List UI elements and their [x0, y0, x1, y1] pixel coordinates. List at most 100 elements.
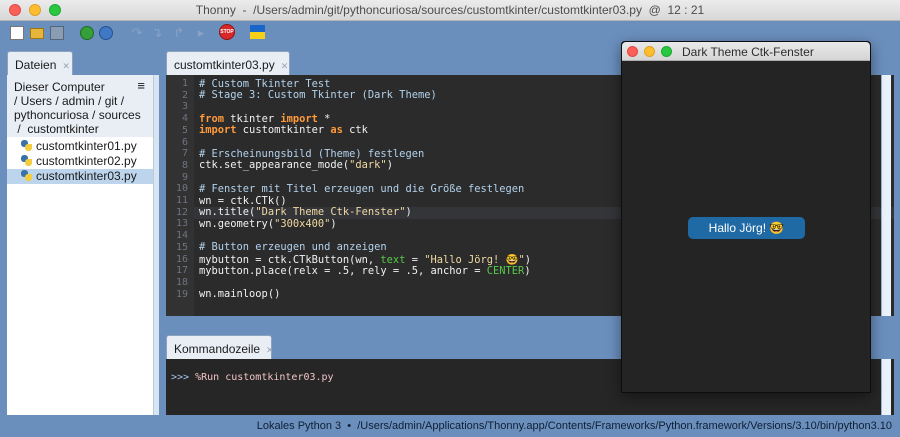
files-scrollbar[interactable] [153, 75, 159, 415]
files-menu-icon[interactable]: ≡ [137, 79, 145, 93]
file-item[interactable]: customtkinter01.py [7, 139, 159, 154]
code-token: import [280, 112, 318, 125]
shell-tab-label: Kommandozeile [174, 342, 261, 356]
window-title: Thonny - /Users/admin/git/pythoncuriosa/… [195, 3, 705, 17]
code-token: # Stage 3: Custom Tkinter (Dark Theme) [199, 89, 437, 102]
code-line: ctk.set_appearance_mode("dark") [199, 159, 393, 171]
code-line: wn.mainloop() [199, 288, 280, 300]
line-number: 17 [175, 265, 188, 277]
ctk-minimize-button[interactable] [644, 46, 655, 57]
line-number: 15 [175, 241, 188, 253]
run-icon[interactable] [80, 26, 94, 40]
code-line: wn = ctk.CTk() [199, 195, 287, 207]
ctk-maximize-button[interactable] [661, 46, 672, 57]
ctk-window-title: Dark Theme Ctk-Fenster [682, 45, 814, 59]
line-number: 14 [175, 230, 188, 242]
close-tab-icon[interactable]: ✕ [266, 345, 274, 355]
code-token: # Erscheinungsbild (Theme) festlegen [199, 147, 425, 160]
code-line: # Button erzeugen und anzeigen [199, 241, 387, 253]
code-token: wn.title( [199, 206, 256, 219]
file-list: customtkinter01.py customtkinter02.py cu… [7, 137, 159, 184]
status-bar: Lokales Python 3 • /Users/admin/Applicat… [0, 415, 900, 437]
code-token: CENTER [486, 264, 525, 277]
stop-icon[interactable]: STOP [219, 24, 235, 40]
code-line: # Stage 3: Custom Tkinter (Dark Theme) [199, 89, 437, 101]
python-file-icon [21, 155, 32, 166]
ctk-close-button[interactable] [627, 46, 638, 57]
location-line[interactable]: pythoncuriosa / sources [14, 108, 153, 122]
line-number: 16 [175, 253, 188, 265]
code-line: # Custom Tkinter Test [199, 78, 330, 90]
step-over-icon[interactable]: ↷ [130, 26, 144, 40]
line-number: 18 [175, 276, 188, 288]
code-token: ) [405, 206, 412, 219]
code-token: ctk.set_appearance_mode( [199, 159, 350, 172]
shell-prompt: >>> [171, 372, 196, 383]
code-token: wn = ctk.CTk() [199, 194, 287, 207]
code-token: ) [330, 217, 337, 230]
line-number: 7 [181, 148, 188, 160]
python-file-icon [21, 170, 32, 181]
code-line: mybutton.place(relx = .5, rely = .5, anc… [199, 265, 531, 277]
line-number-gutter: 1 2 3 4 5 6 7 8 9 10 11 12 13 14 15 16 17 18 19 [166, 75, 194, 316]
location-line: Dieser Computer [14, 80, 105, 94]
line-number: 6 [181, 136, 188, 148]
step-out-icon[interactable]: ↱ [172, 26, 186, 40]
file-name: customtkinter01.py [36, 139, 137, 153]
shell-command: %Run customtkinter03.py [195, 372, 334, 383]
files-location: Dieser Computer / Users / admin / git / … [7, 75, 159, 137]
tab-files-label: Dateien [15, 58, 57, 72]
debug-icon[interactable] [99, 26, 113, 40]
line-number: 13 [175, 218, 188, 230]
file-name: customtkinter02.py [36, 154, 137, 168]
line-number: 9 [181, 171, 188, 183]
location-line[interactable]: / Users / admin / git / [14, 94, 153, 108]
files-pane: Dieser Computer / Users / admin / git / … [7, 75, 159, 415]
code-token: wn.geometry( [199, 217, 275, 230]
code-line: import customtkinter as ctk [199, 124, 368, 136]
ctk-title-bar: Dark Theme Ctk-Fenster [622, 42, 870, 61]
title-bar: Thonny - /Users/admin/git/pythoncuriosa/… [0, 0, 900, 21]
code-token: customtkinter [236, 124, 331, 137]
code-token: # Custom Tkinter Test [199, 77, 331, 90]
line-number: 10 [175, 183, 188, 195]
file-item-selected[interactable]: customtkinter03.py [7, 169, 159, 184]
code-line: wn.title("Dark Theme Ctk-Fenster") [199, 206, 412, 218]
ctk-window: Dark Theme Ctk-Fenster Hallo Jörg! 🤓 [621, 41, 871, 393]
code-token: ctk [342, 124, 368, 137]
code-token: ) [524, 264, 531, 277]
save-icon[interactable] [50, 26, 64, 40]
line-number: 2 [181, 89, 188, 101]
line-number: 4 [181, 113, 188, 125]
code-line: # Fenster mit Titel erzeugen und die Grö… [199, 183, 524, 195]
hallo-button[interactable]: Hallo Jörg! 🤓 [688, 217, 805, 239]
code-token: # Button erzeugen und anzeigen [199, 241, 387, 254]
code-token: "300x400" [274, 217, 331, 230]
step-into-icon[interactable]: ↴ [150, 26, 164, 40]
shell-scrollbar[interactable] [881, 359, 891, 415]
line-number: 8 [181, 159, 188, 171]
code-token: # Fenster mit Titel erzeugen und die Grö… [199, 182, 525, 195]
interpreter-status[interactable]: Lokales Python 3 • /Users/admin/Applicat… [257, 420, 892, 432]
location-line[interactable]: / customtkinter [14, 122, 153, 136]
code-token: import [199, 124, 237, 137]
close-tab-icon[interactable]: ✕ [62, 61, 70, 71]
line-number: 11 [175, 195, 188, 206]
code-token: tkinter [224, 112, 281, 125]
tab-files[interactable]: Dateien ✕ [7, 51, 73, 75]
tab-editor-file[interactable]: customtkinter03.py ✕ [166, 51, 290, 75]
code-line: wn.geometry("300x400") [199, 218, 337, 230]
close-tab-icon[interactable]: ✕ [281, 61, 289, 71]
file-item[interactable]: customtkinter02.py [7, 154, 159, 169]
tab-shell[interactable]: Kommandozeile ✕ [166, 335, 274, 359]
shell-command-line: >>> %Run customtkinter03.py [171, 372, 334, 383]
editor-scrollbar[interactable] [881, 75, 891, 316]
line-number: 1 [181, 78, 188, 89]
resume-icon[interactable]: ▸ [194, 26, 208, 40]
code-token: * [317, 112, 331, 125]
ukraine-flag-icon[interactable] [250, 25, 265, 39]
code-token: wn.mainloop() [199, 288, 281, 301]
open-file-icon[interactable] [30, 28, 44, 39]
new-file-icon[interactable] [10, 26, 24, 40]
code-line: from tkinter import * [199, 113, 330, 125]
